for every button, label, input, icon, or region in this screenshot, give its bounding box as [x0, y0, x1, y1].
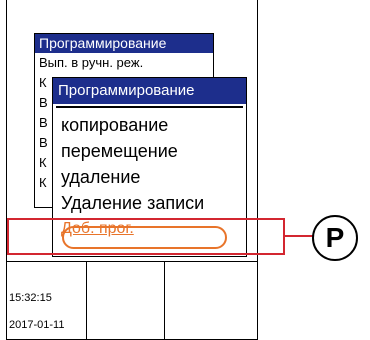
- menu-item-move[interactable]: перемещение: [53, 138, 246, 164]
- divider-vertical: [164, 261, 165, 340]
- menu-item-copy[interactable]: копирование: [53, 112, 246, 138]
- highlight-box: [7, 218, 285, 255]
- front-menu-title: Программирование: [53, 78, 246, 104]
- status-time: 15:32:15: [9, 292, 52, 304]
- divider-horizontal: [7, 261, 257, 262]
- menu-item-delete-record[interactable]: Удаление записи: [53, 190, 246, 216]
- divider-vertical: [86, 261, 87, 340]
- back-menu-item[interactable]: Вып. в ручн. реж.: [35, 53, 213, 73]
- p-key-callout: P: [312, 215, 358, 261]
- menu-separator: [56, 106, 243, 108]
- back-menu-title: Программирование: [35, 34, 213, 53]
- callout-connector: [283, 235, 313, 237]
- menu-item-delete[interactable]: удаление: [53, 164, 246, 190]
- status-date: 2017-01-11: [9, 319, 65, 331]
